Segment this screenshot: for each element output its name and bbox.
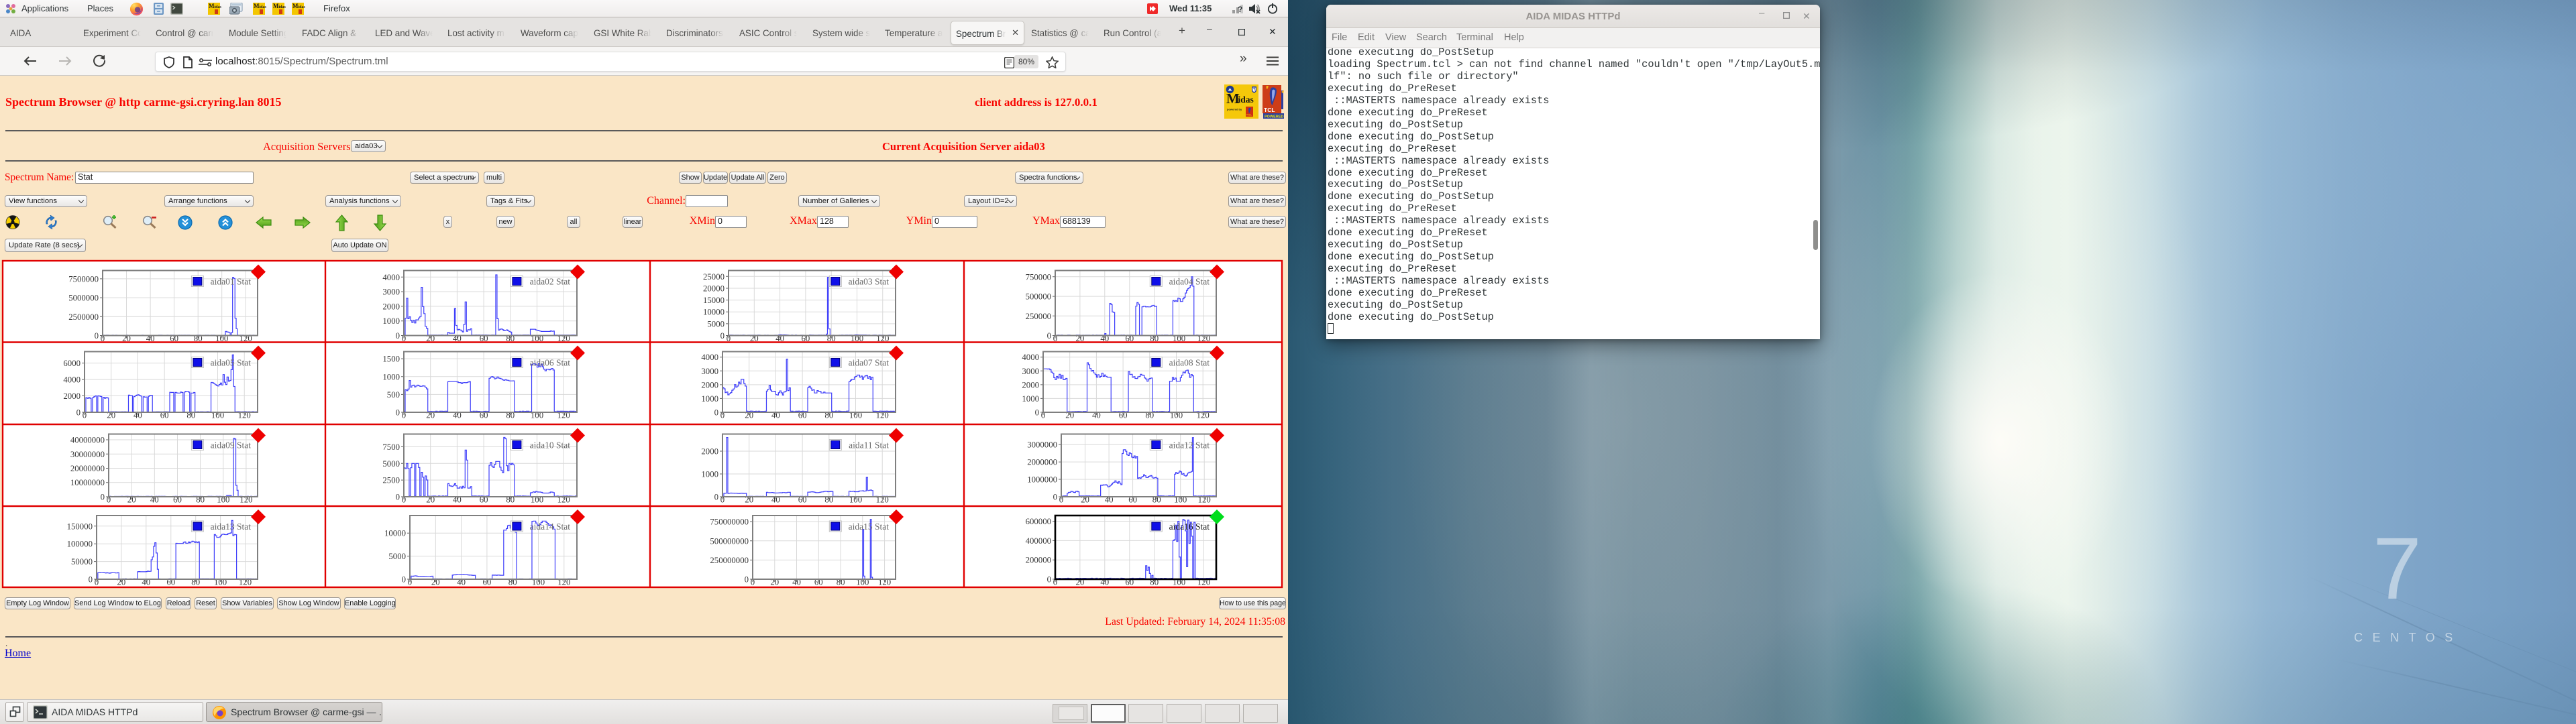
svg-text:aida04 Stat: aida04 Stat: [1169, 277, 1210, 287]
svg-text:0: 0: [720, 331, 724, 341]
svg-text:150000: 150000: [67, 522, 93, 531]
svg-text:aida03 Stat: aida03 Stat: [849, 277, 890, 287]
svg-text:aida16 Stat: aida16 Stat: [1169, 522, 1210, 532]
svg-text:aida15 Stat: aida15 Stat: [849, 522, 890, 532]
svg-text:0: 0: [714, 493, 718, 502]
svg-text:4000: 4000: [382, 273, 400, 282]
svg-text:5000: 5000: [707, 319, 724, 328]
svg-text:aida06 Stat: aida06 Stat: [530, 358, 571, 368]
svg-text:5000000: 5000000: [68, 294, 99, 303]
svg-text:250000000: 250000000: [710, 556, 749, 565]
svg-text:4000: 4000: [701, 353, 718, 362]
svg-text:aida14 Stat: aida14 Stat: [530, 522, 571, 532]
svg-text:0: 0: [101, 493, 105, 502]
svg-text:1000: 1000: [701, 394, 718, 404]
svg-text:5000: 5000: [388, 552, 406, 561]
svg-text:1000: 1000: [382, 316, 400, 326]
svg-text:aida13 Stat: aida13 Stat: [211, 522, 252, 532]
svg-text:aida01 Stat: aida01 Stat: [211, 277, 252, 287]
svg-text:idas: idas: [1238, 95, 1254, 105]
svg-text:2500: 2500: [382, 476, 400, 485]
svg-text:6000: 6000: [63, 359, 80, 368]
svg-text:2000: 2000: [63, 391, 80, 401]
svg-text:0: 0: [76, 408, 80, 418]
svg-text:powered by: powered by: [1227, 108, 1242, 111]
svg-text:T C L: T C L: [1246, 114, 1252, 117]
svg-text:100000: 100000: [67, 540, 93, 549]
svg-text:20000000: 20000000: [70, 464, 105, 473]
svg-text:10000: 10000: [703, 308, 724, 317]
svg-text:40000000: 40000000: [70, 436, 105, 445]
svg-text:2000: 2000: [1022, 380, 1039, 389]
svg-text:1500: 1500: [382, 355, 400, 364]
svg-text:2000: 2000: [701, 380, 718, 389]
svg-text:0: 0: [89, 575, 93, 585]
svg-text:0: 0: [396, 331, 400, 341]
svg-text:0: 0: [396, 408, 400, 418]
svg-text:3000: 3000: [701, 367, 718, 376]
svg-text:25000: 25000: [703, 272, 724, 282]
svg-text:aida02 Stat: aida02 Stat: [530, 277, 571, 287]
svg-text:aida10 Stat: aida10 Stat: [530, 440, 571, 450]
svg-text:POWERED: POWERED: [1265, 115, 1283, 119]
svg-text:3000: 3000: [382, 288, 400, 297]
svg-text:600000: 600000: [1026, 517, 1051, 526]
svg-text:aida08 Stat: aida08 Stat: [1169, 358, 1210, 368]
svg-text:2000: 2000: [701, 447, 718, 457]
svg-text:0: 0: [396, 493, 400, 502]
svg-text:aida11 Stat: aida11 Stat: [849, 440, 889, 450]
svg-text:4000: 4000: [1022, 353, 1039, 362]
svg-text:50000: 50000: [71, 557, 93, 566]
svg-text:30000000: 30000000: [70, 450, 105, 459]
svg-text:10000: 10000: [384, 529, 406, 538]
svg-text:0: 0: [745, 575, 749, 585]
svg-text:2500000: 2500000: [68, 312, 99, 322]
svg-text:aida09 Stat: aida09 Stat: [211, 440, 252, 450]
svg-text:aida05 Stat: aida05 Stat: [211, 358, 252, 368]
svg-text:250000: 250000: [1026, 312, 1051, 321]
svg-text:750000000: 750000000: [710, 518, 749, 527]
svg-text:500000: 500000: [1026, 292, 1051, 302]
svg-text:0: 0: [402, 575, 406, 585]
svg-text:0: 0: [1047, 575, 1051, 585]
svg-text:3000000: 3000000: [1027, 440, 1057, 450]
svg-text:7500000: 7500000: [68, 274, 99, 284]
svg-text:1000: 1000: [382, 372, 400, 381]
svg-text:20000: 20000: [703, 284, 724, 294]
svg-text:5000: 5000: [382, 459, 400, 469]
svg-text:aida12 Stat: aida12 Stat: [1169, 440, 1210, 450]
svg-text:aida07 Stat: aida07 Stat: [849, 358, 890, 368]
svg-text:500: 500: [387, 390, 400, 400]
svg-text:0: 0: [95, 331, 99, 341]
svg-text:0: 0: [1047, 331, 1051, 341]
svg-text:?: ?: [1238, 5, 1242, 14]
svg-text:500000000: 500000000: [710, 536, 749, 546]
svg-text:400000: 400000: [1026, 536, 1051, 546]
svg-text:1000: 1000: [701, 470, 718, 479]
svg-text:15000: 15000: [703, 296, 724, 305]
svg-text:7500: 7500: [382, 442, 400, 452]
svg-text:1000000: 1000000: [1027, 475, 1057, 485]
svg-text:2000000: 2000000: [1027, 458, 1057, 467]
svg-text:750000: 750000: [1026, 272, 1051, 282]
svg-text:0: 0: [1053, 493, 1057, 502]
svg-text:10000000: 10000000: [70, 478, 105, 487]
svg-text:0: 0: [1035, 408, 1039, 418]
svg-text:2000: 2000: [382, 302, 400, 311]
svg-text:1000: 1000: [1022, 394, 1039, 404]
svg-text:0: 0: [714, 408, 718, 418]
svg-text:4000: 4000: [63, 375, 80, 385]
svg-text:3000: 3000: [1022, 367, 1039, 376]
svg-text:TCL: TCL: [1264, 107, 1275, 113]
svg-text:200000: 200000: [1026, 556, 1051, 565]
